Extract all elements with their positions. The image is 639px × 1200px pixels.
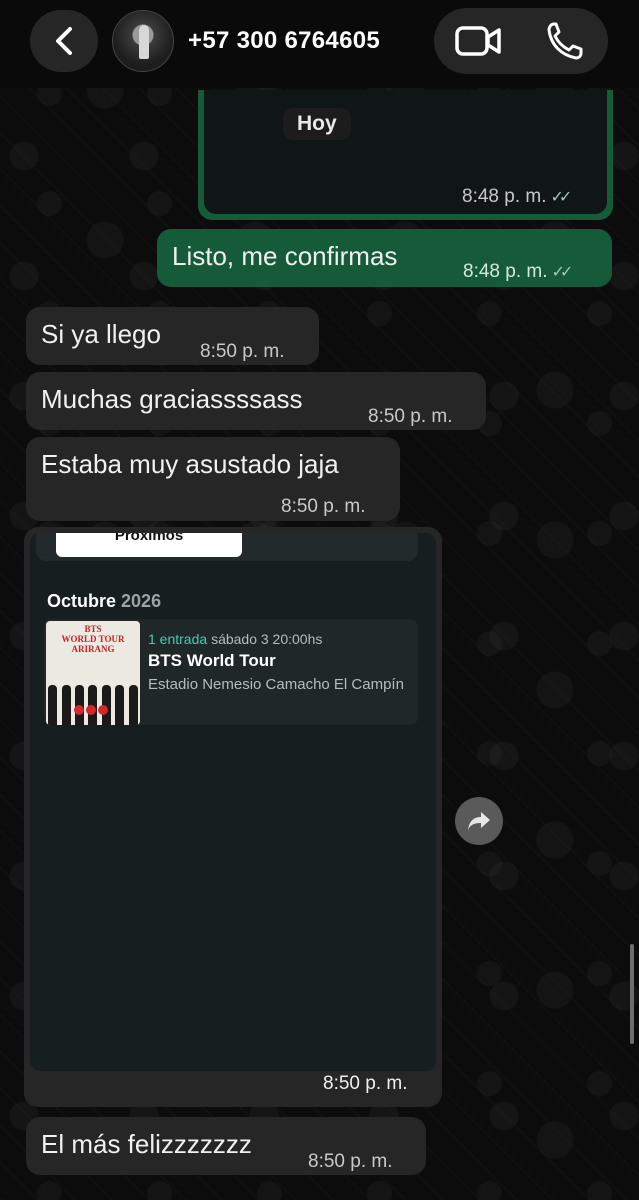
contact-info[interactable]: +57 300 6764605 xyxy=(104,6,430,76)
message-time: 8:50 p. m. xyxy=(308,1151,393,1172)
message-time: 8:48 p. m. ✓✓ xyxy=(463,261,574,282)
month-heading: Octubre 2026 xyxy=(47,591,162,611)
call-actions xyxy=(434,8,608,74)
tab-strip: Próximos xyxy=(36,533,418,561)
scrollbar[interactable] xyxy=(630,944,634,1044)
read-ticks-icon: ✓✓ xyxy=(550,189,573,206)
voice-call-button[interactable] xyxy=(521,8,608,74)
shared-image-message[interactable]: Próximos Octubre 2026 BTS WORLD TOUR ARIRA… xyxy=(24,527,442,1107)
ticket-screenshot[interactable]: Próximos Octubre 2026 BTS WORLD TOUR ARIRA… xyxy=(30,533,436,1071)
event-poster: BTS WORLD TOUR ARIRANG xyxy=(46,621,140,725)
message-text: Estaba muy asustado jaja xyxy=(41,449,339,479)
message-text: Listo, me confirmas xyxy=(172,241,398,271)
poster-title: BTS WORLD TOUR ARIRANG xyxy=(61,624,125,654)
date-chip: Hoy xyxy=(283,108,351,140)
message-bubble-incoming[interactable]: El más felizzzzzzz 8:50 p. m. xyxy=(26,1117,426,1175)
video-call-button[interactable] xyxy=(434,8,521,74)
message-bubble-outgoing[interactable]: Listo, me confirmas 8:48 p. m. ✓✓ xyxy=(157,229,612,287)
video-camera-icon xyxy=(454,26,501,56)
tab-upcoming: Próximos xyxy=(56,533,242,557)
message-bubble-incoming[interactable]: Estaba muy asustado jaja 8:50 p. m. xyxy=(26,437,400,521)
message-text: El más felizzzzzzz xyxy=(41,1129,252,1159)
message-text: Si ya llego xyxy=(41,319,161,349)
event-datetime: sábado 3 20:00hs xyxy=(211,631,323,647)
avatar[interactable] xyxy=(112,10,174,72)
message-time: 8:50 p. m. xyxy=(323,1073,408,1094)
message-time: 8:50 p. m. xyxy=(200,341,285,362)
event-venue: Estadio Nemesio Camacho El Campín xyxy=(148,676,404,693)
ticket-quantity: 1 entrada xyxy=(148,631,208,647)
event-card: BTS WORLD TOUR ARIRANG 1 entrada sábado 3 … xyxy=(44,619,418,725)
previous-message-bubble[interactable]: 8:48 p. m. ✓✓ xyxy=(198,90,613,220)
back-button[interactable] xyxy=(30,10,98,72)
phone-icon xyxy=(547,22,582,60)
event-meta: 1 entrada sábado 3 20:00hs xyxy=(148,631,322,647)
message-time: 8:50 p. m. xyxy=(281,496,366,517)
share-arrow-icon xyxy=(468,812,490,830)
message-bubble-incoming[interactable]: Si ya llego 8:50 p. m. xyxy=(26,307,319,365)
message-bubble-incoming[interactable]: Muchas graciassssass 8:50 p. m. xyxy=(26,372,486,430)
contact-name[interactable]: +57 300 6764605 xyxy=(188,27,380,55)
forward-button[interactable] xyxy=(455,797,503,845)
chat-header: +57 300 6764605 xyxy=(0,0,639,88)
message-time: 8:50 p. m. xyxy=(368,406,453,427)
chevron-left-icon xyxy=(56,27,72,55)
message-time: 8:48 p. m. ✓✓ xyxy=(462,186,573,207)
read-ticks-icon: ✓✓ xyxy=(551,264,574,281)
message-text: Muchas graciassssass xyxy=(41,384,303,414)
event-name: BTS World Tour xyxy=(148,651,276,670)
